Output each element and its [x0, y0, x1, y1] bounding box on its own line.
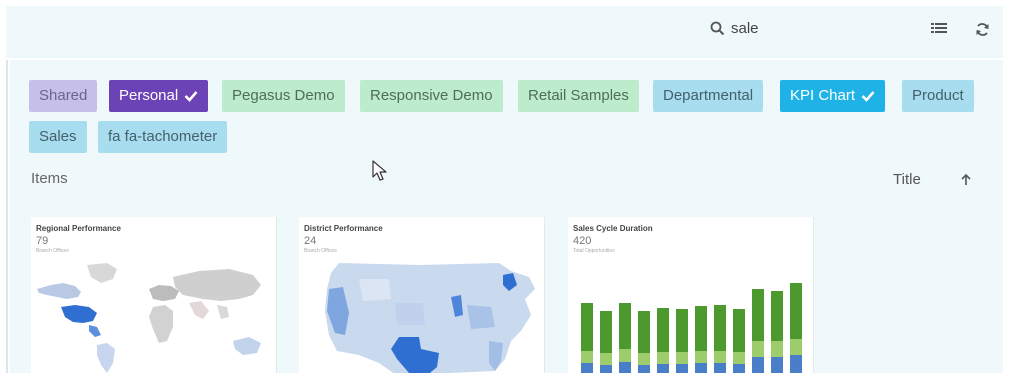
bar-group: [581, 283, 802, 373]
tag-label: Departmental: [663, 87, 754, 104]
card-regional-performance[interactable]: Regional Performance 79 Branch Offices: [31, 217, 277, 373]
tag-retail-samples[interactable]: Retail Samples: [518, 80, 639, 112]
refresh-icon[interactable]: [975, 22, 990, 37]
tag-pegasus-demo[interactable]: Pegasus Demo: [222, 80, 345, 112]
card-title: Regional Performance: [36, 224, 121, 233]
card-subtitle: Branch Offices: [304, 248, 337, 254]
card-title: Sales Cycle Duration: [573, 224, 653, 233]
world-map-thumbnail: [37, 263, 261, 373]
card-value: 420: [573, 235, 592, 247]
tag-label: Responsive Demo: [370, 87, 493, 104]
tag-label: Retail Samples: [528, 87, 629, 104]
tag-departmental[interactable]: Departmental: [653, 80, 764, 112]
tag-personal[interactable]: Personal: [109, 80, 209, 112]
sidebar-edge: [6, 60, 8, 373]
tag-label: Sales: [39, 128, 77, 145]
stacked-bar-thumbnail: [581, 283, 802, 373]
tag-label: KPI Chart: [790, 87, 856, 104]
card-district-performance[interactable]: District Performance 24 Branch Offices: [299, 217, 545, 373]
tag-fa-tachometer[interactable]: fa fa-tachometer: [98, 121, 228, 153]
card-subtitle: Branch Offices: [36, 248, 69, 254]
tag-product[interactable]: Product: [902, 80, 974, 112]
sort-by-title[interactable]: Title: [893, 171, 921, 188]
tag-shared[interactable]: Shared: [29, 80, 98, 112]
search-input[interactable]: sale: [731, 20, 759, 37]
tag-label: fa fa-tachometer: [108, 128, 218, 145]
top-toolbar: sale: [6, 6, 1003, 58]
tag-responsive-demo[interactable]: Responsive Demo: [360, 80, 503, 112]
card-subtitle: Total Opportunities: [573, 248, 615, 254]
tag-label: Personal: [119, 87, 179, 104]
card-value: 79: [36, 235, 49, 247]
tag-label: Pegasus Demo: [232, 87, 335, 104]
list-view-icon[interactable]: [931, 22, 947, 36]
mouse-cursor-icon: [372, 160, 387, 181]
tag-sales[interactable]: Sales: [29, 121, 87, 153]
check-icon: [861, 91, 875, 102]
us-map-thumbnail: [325, 263, 535, 373]
search-icon[interactable]: [710, 21, 725, 36]
card-sales-cycle-duration[interactable]: Sales Cycle Duration 420 Total Opportuni…: [568, 217, 814, 373]
check-icon: [184, 91, 198, 102]
search-box[interactable]: sale: [710, 20, 759, 37]
sort-ascending-icon[interactable]: [960, 173, 972, 186]
card-title: District Performance: [304, 224, 383, 233]
tag-label: Product: [912, 87, 964, 104]
tag-kpi-chart[interactable]: KPI Chart: [780, 80, 886, 112]
items-heading: Items: [31, 170, 68, 187]
tag-label: Shared: [39, 87, 88, 104]
card-value: 24: [304, 235, 317, 247]
